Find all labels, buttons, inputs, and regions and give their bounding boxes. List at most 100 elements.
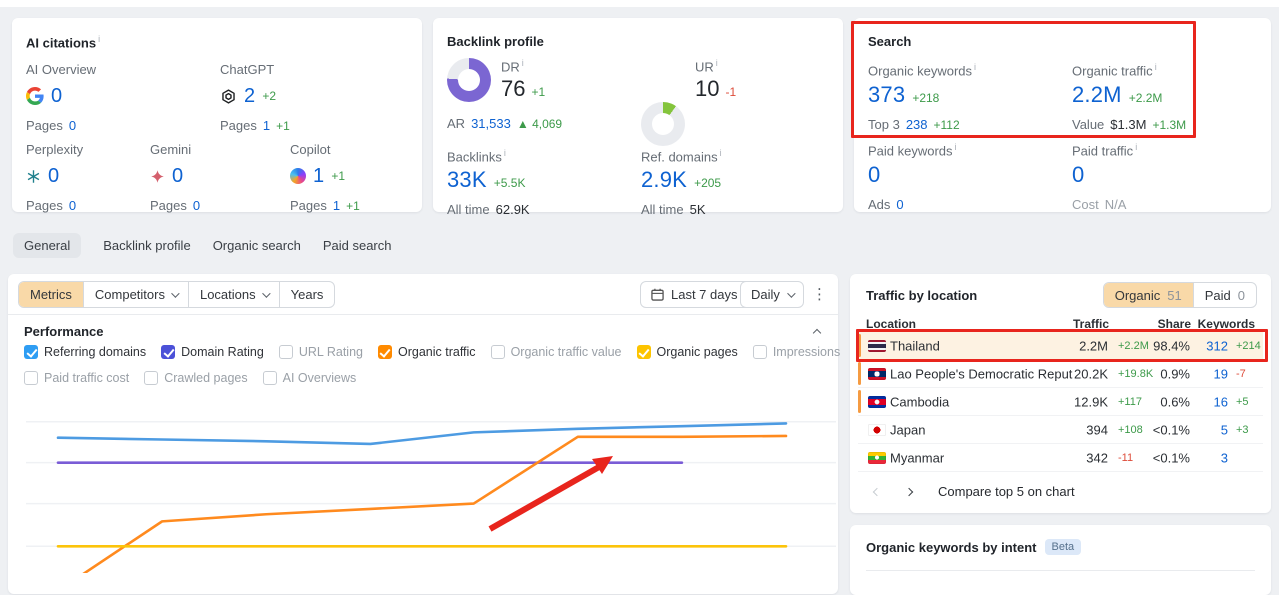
metric-checkbox-organic-pages[interactable]: Organic pages — [636, 345, 738, 359]
info-icon[interactable]: i — [716, 58, 718, 68]
location-row-japan[interactable]: Japan 394 +108 <0.1% 5 +3 — [858, 416, 1263, 444]
page-previous-icon[interactable] — [872, 487, 882, 496]
toggle-organic[interactable]: Organic 51 — [1103, 283, 1193, 307]
column-keywords[interactable]: Keywords — [1198, 317, 1255, 331]
info-icon[interactable]: i — [1135, 142, 1137, 152]
report-tabs: General Backlink profile Organic search … — [13, 233, 392, 258]
segment-metrics[interactable]: Metrics — [19, 282, 83, 307]
info-icon[interactable]: i — [1155, 62, 1157, 72]
checkbox-icon — [144, 371, 159, 385]
backlink-profile-title: Backlink profile — [447, 34, 544, 49]
checkbox-icon — [490, 345, 505, 359]
organic-paid-toggle: Organic 51 Paid 0 — [1102, 282, 1257, 308]
myanmar-flag-icon — [868, 451, 886, 464]
checkbox-icon — [278, 345, 293, 359]
organic-keywords-stat: Organic keywords i 373 +218 Top 3 238 +112 — [868, 62, 977, 133]
paid-traffic-stat: Paid traffic i 0 Cost N/A — [1072, 142, 1138, 213]
ai-stat-perplexity: Perplexity 0 Pages 0 — [26, 142, 84, 213]
ur-stat: UR i 10 -1 — [695, 58, 737, 102]
checkbox-icon — [24, 345, 38, 359]
segment-years[interactable]: Years — [278, 282, 335, 307]
ai-stat-chatgpt: ChatGPT 2 +2 Pages 1 +1 — [220, 62, 290, 133]
info-icon[interactable]: i — [720, 148, 722, 158]
info-icon[interactable]: i — [98, 34, 100, 44]
beta-badge: Beta — [1044, 539, 1082, 555]
location-row-laos[interactable]: Lao People's Democratic Reput 20.2K +19.… — [858, 360, 1263, 388]
traffic-by-location-title: Traffic by location — [866, 288, 978, 303]
ai-citations-title: AI citations i — [26, 34, 101, 51]
japan-flag-icon — [868, 423, 886, 436]
laos-flag-icon — [868, 367, 886, 380]
info-icon[interactable]: i — [955, 142, 957, 152]
chevron-down-icon — [171, 288, 180, 298]
tab-organic-search[interactable]: Organic search — [213, 233, 301, 258]
metric-checkbox-crawled-pages[interactable]: Crawled pages — [144, 371, 248, 385]
up-triangle-icon: ▲ — [516, 117, 529, 131]
keywords-by-intent-title: Organic keywords by intent Beta — [866, 539, 1082, 555]
location-table-header: Location Traffic Share Keywords — [858, 316, 1263, 332]
backlinks-stat: Backlinks i 33K +5.5K All time 62.9K — [447, 148, 530, 218]
performance-chart — [26, 420, 836, 573]
paid-keywords-stat: Paid keywords i 0 Ads 0 — [868, 142, 957, 213]
checkbox-icon — [262, 371, 277, 385]
metric-checkbox-organic-traffic[interactable]: Organic traffic — [377, 345, 476, 359]
column-share[interactable]: Share — [1158, 317, 1191, 331]
ahrefs-rank: AR 31,533 ▲ 4,069 — [447, 116, 563, 131]
dr-donut-chart — [447, 58, 491, 102]
intent-panel-divider — [866, 570, 1255, 571]
column-traffic[interactable]: Traffic — [1073, 317, 1109, 331]
metric-toggles-row-1: Referring domains Domain Rating URL Rati… — [24, 345, 934, 359]
chart-mode-segments: Metrics Competitors Locations Years — [18, 281, 336, 308]
share-bar — [858, 362, 861, 385]
copilot-icon — [290, 168, 306, 184]
gemini-icon — [150, 169, 165, 184]
ai-citations-card: AI citations i AI Overview 0 Pages 0 ChatG… — [12, 18, 422, 213]
checkbox-icon — [377, 345, 392, 359]
tab-general[interactable]: General — [13, 233, 82, 258]
share-bar — [858, 334, 861, 357]
metric-checkbox-url-rating[interactable]: URL Rating — [278, 345, 363, 359]
page-next-icon[interactable] — [904, 487, 914, 496]
metric-checkbox-organic-traffic-value[interactable]: Organic traffic value — [490, 345, 622, 359]
cambodia-flag-icon — [868, 395, 886, 408]
checkbox-icon — [636, 345, 651, 359]
granularity-button[interactable]: Daily — [740, 281, 804, 308]
collapse-section-icon[interactable] — [812, 328, 822, 338]
metric-checkbox-referring-domains[interactable]: Referring domains — [24, 345, 146, 359]
share-bar — [858, 390, 861, 413]
backlink-profile-card: Backlink profile DR i 76 +1 AR 31,533 ▲ 4… — [433, 18, 843, 217]
ai-stat-copilot: Copilot 1 +1 Pages 1 +1 — [290, 142, 360, 213]
top-edge-strip — [0, 0, 1279, 7]
chatgpt-icon — [220, 88, 237, 105]
chevron-down-icon — [787, 288, 796, 298]
toggle-paid[interactable]: Paid 0 — [1192, 283, 1256, 307]
location-row-thailand[interactable]: Thailand 2.2M +2.2M 98.4% 312 +214 — [858, 332, 1263, 360]
info-icon[interactable]: i — [974, 62, 976, 72]
more-options-icon[interactable]: ⋮ — [812, 287, 827, 302]
segment-competitors[interactable]: Competitors — [82, 282, 188, 307]
checkbox-icon — [24, 371, 38, 385]
location-row-cambodia[interactable]: Cambodia 12.9K +117 0.6% 16 +5 — [858, 388, 1263, 416]
location-row-myanmar[interactable]: Myanmar 342 -11 <0.1% 3 — [858, 444, 1263, 472]
google-icon — [26, 87, 44, 105]
performance-section-title: Performance — [24, 324, 104, 339]
tab-backlink-profile[interactable]: Backlink profile — [103, 233, 190, 258]
metric-checkbox-domain-rating[interactable]: Domain Rating — [161, 345, 264, 359]
metric-checkbox-paid-traffic-cost[interactable]: Paid traffic cost — [24, 371, 129, 385]
compare-top5-link[interactable]: Compare top 5 on chart — [938, 484, 1075, 499]
segment-locations[interactable]: Locations — [187, 282, 279, 307]
info-icon[interactable]: i — [504, 148, 506, 158]
column-location[interactable]: Location — [866, 317, 916, 331]
info-icon[interactable]: i — [522, 58, 524, 68]
perplexity-icon — [26, 169, 41, 184]
checkbox-icon — [752, 345, 767, 359]
chevron-down-icon — [261, 288, 271, 298]
ai-stat-gemini: Gemini 0 Pages 0 — [150, 142, 201, 213]
metric-checkbox-impressions[interactable]: Impressions — [752, 345, 840, 359]
metric-checkbox-ai-overviews[interactable]: AI Overviews — [262, 371, 356, 385]
thailand-flag-icon — [868, 339, 886, 352]
location-table-footer: Compare top 5 on chart — [872, 484, 1075, 499]
performance-panel: Metrics Competitors Locations Years Last… — [8, 274, 934, 594]
tab-paid-search[interactable]: Paid search — [323, 233, 392, 258]
toolbar-divider — [8, 314, 838, 315]
